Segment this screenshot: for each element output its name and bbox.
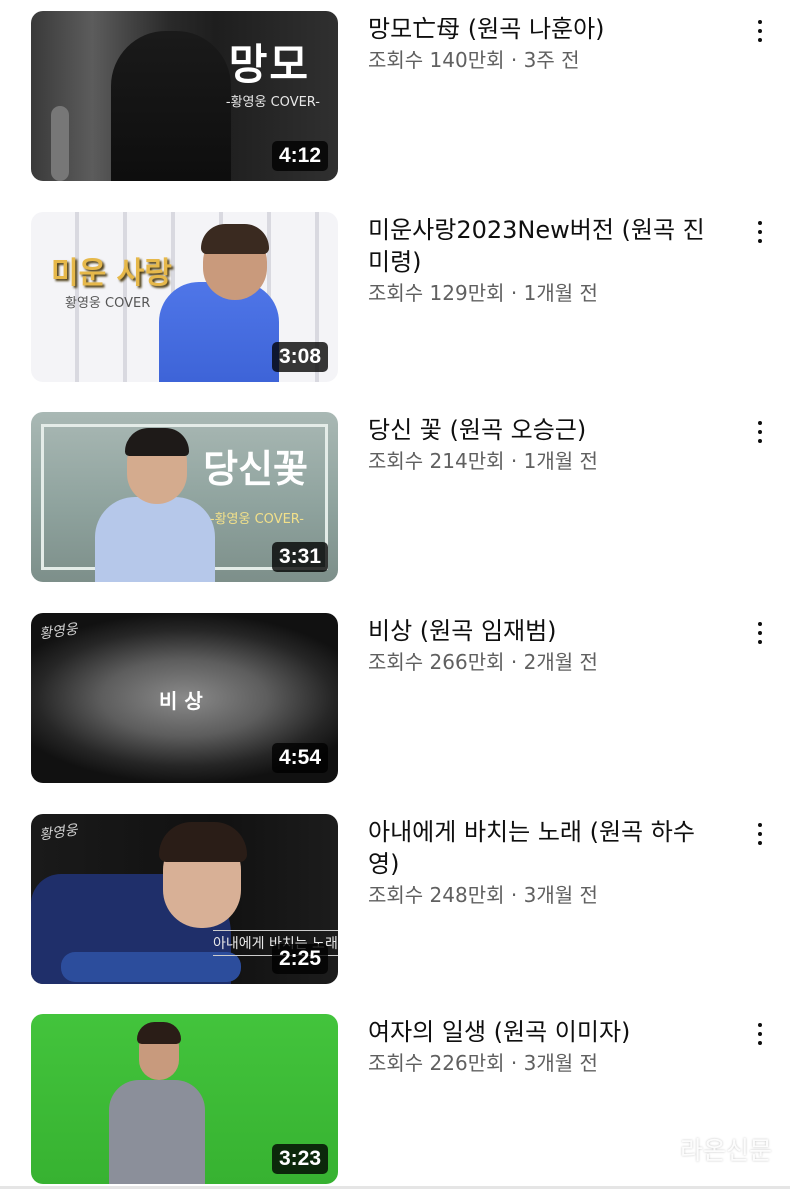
video-duration: 3:31 <box>271 542 328 572</box>
singer-silhouette <box>159 282 279 382</box>
video-duration: 3:08 <box>271 342 328 372</box>
more-vert-icon[interactable] <box>742 1014 778 1054</box>
video-stats: 조회수 140만회 · 3주 전 <box>368 48 580 72</box>
thumbnail-subcaption: -황영웅 COVER- <box>225 95 320 110</box>
thumbnail-subcaption: -황영웅 COVER- <box>209 512 304 527</box>
watermark: 라온신문 <box>648 1131 772 1167</box>
thumbnail-caption: 미운 사랑 <box>51 256 172 291</box>
video-stats: 조회수 248만회 · 3개월 전 <box>368 883 598 907</box>
video-item[interactable]: 황영웅 비 상 4:54 비상 (원곡 임재범) 조회수 266만회 · 2개월… <box>0 613 790 783</box>
more-vert-icon[interactable] <box>742 613 778 653</box>
video-title[interactable]: 여자의 일생 (원곡 이미자) <box>368 1016 713 1048</box>
video-title[interactable]: 비상 (원곡 임재범) <box>368 615 713 647</box>
thumbnail-caption: 망모 <box>228 40 310 89</box>
more-vert-icon[interactable] <box>742 814 778 854</box>
video-thumbnail[interactable]: 황영웅 아내에게 바치는 노래 2:25 <box>31 814 338 984</box>
video-thumbnail[interactable]: 황영웅 비 상 4:54 <box>31 613 338 783</box>
video-stats: 조회수 129만회 · 1개월 전 <box>368 281 598 305</box>
video-item[interactable]: 망모 -황영웅 COVER- 4:12 망모亡母 (원곡 나훈아) 조회수 14… <box>0 11 790 181</box>
video-item[interactable]: 당신꽃 -황영웅 COVER- 3:31 당신 꽃 (원곡 오승근) 조회수 2… <box>0 412 790 582</box>
more-vert-icon[interactable] <box>742 212 778 252</box>
video-title[interactable]: 망모亡母 (원곡 나훈아) <box>368 13 713 45</box>
singer-silhouette <box>109 1080 205 1184</box>
video-stats: 조회수 214만회 · 1개월 전 <box>368 449 598 473</box>
video-thumbnail[interactable]: 망모 -황영웅 COVER- 4:12 <box>31 11 338 181</box>
video-item[interactable]: 미운 사랑 황영웅 COVER 3:08 미운사랑2023New버전 (원곡 진… <box>0 212 790 382</box>
video-title[interactable]: 아내에게 바치는 노래 (원곡 하수영) <box>368 816 713 880</box>
video-stats: 조회수 226만회 · 3개월 전 <box>368 1051 598 1075</box>
video-meta: 망모亡母 (원곡 나훈아) 조회수 140만회 · 3주 전 <box>368 13 713 75</box>
singer-hair <box>159 822 247 862</box>
video-meta: 여자의 일생 (원곡 이미자) 조회수 226만회 · 3개월 전 <box>368 1016 713 1078</box>
thumbnail-subcaption: 황영웅 COVER <box>65 296 151 311</box>
video-meta: 미운사랑2023New버전 (원곡 진미령) 조회수 129만회 · 1개월 전 <box>368 214 713 308</box>
video-title[interactable]: 당신 꽃 (원곡 오승근) <box>368 414 713 446</box>
singer-hair <box>137 1022 181 1044</box>
video-duration: 3:23 <box>271 1144 328 1174</box>
chair-shape <box>61 952 241 982</box>
singer-silhouette <box>111 31 231 181</box>
video-meta: 비상 (원곡 임재범) 조회수 266만회 · 2개월 전 <box>368 615 713 677</box>
more-vert-icon[interactable] <box>742 11 778 51</box>
thumbnail-caption: 비 상 <box>159 689 203 713</box>
video-duration: 4:54 <box>271 743 328 773</box>
thumbnail-caption: 당신꽃 <box>203 447 308 491</box>
video-stats: 조회수 266만회 · 2개월 전 <box>368 650 598 674</box>
singer-hair <box>201 224 269 254</box>
video-thumbnail[interactable]: 3:23 <box>31 1014 338 1184</box>
video-meta: 당신 꽃 (원곡 오승근) 조회수 214만회 · 1개월 전 <box>368 414 713 476</box>
more-vert-icon[interactable] <box>742 412 778 452</box>
music-note-icon <box>648 1134 672 1162</box>
video-thumbnail[interactable]: 미운 사랑 황영웅 COVER 3:08 <box>31 212 338 382</box>
video-thumbnail[interactable]: 당신꽃 -황영웅 COVER- 3:31 <box>31 412 338 582</box>
watermark-text: 라온신문 <box>679 1136 772 1165</box>
video-title[interactable]: 미운사랑2023New버전 (원곡 진미령) <box>368 214 713 278</box>
video-item[interactable]: 황영웅 아내에게 바치는 노래 2:25 아내에게 바치는 노래 (원곡 하수영… <box>0 814 790 984</box>
microphone-shape <box>51 106 69 181</box>
video-duration: 2:25 <box>271 944 328 974</box>
video-meta: 아내에게 바치는 노래 (원곡 하수영) 조회수 248만회 · 3개월 전 <box>368 816 713 910</box>
video-duration: 4:12 <box>271 141 328 171</box>
singer-hair <box>125 428 189 456</box>
singer-silhouette <box>95 497 215 582</box>
